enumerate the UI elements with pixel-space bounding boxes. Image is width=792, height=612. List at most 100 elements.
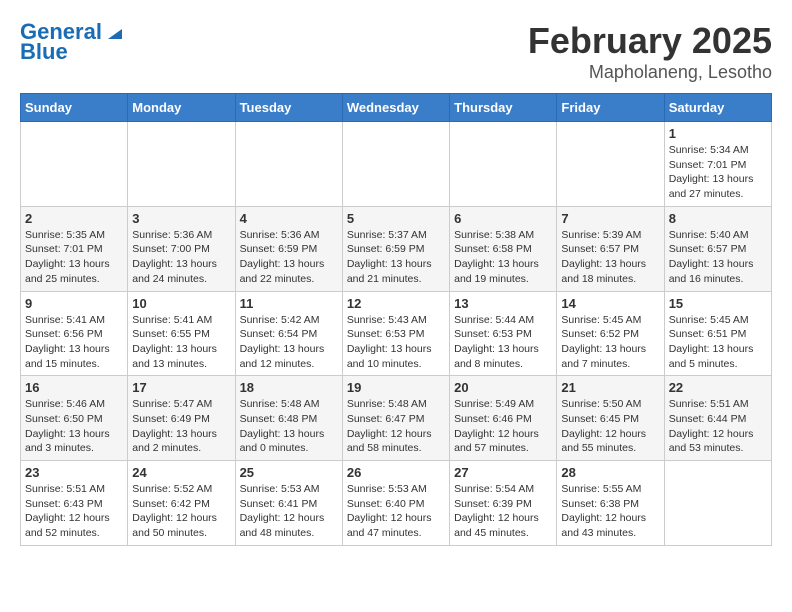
empty-cell xyxy=(664,461,771,546)
empty-cell xyxy=(128,122,235,207)
day-info: Sunrise: 5:40 AM Sunset: 6:57 PM Dayligh… xyxy=(669,228,767,287)
day-info: Sunrise: 5:45 AM Sunset: 6:51 PM Dayligh… xyxy=(669,313,767,372)
day-number: 9 xyxy=(25,296,123,311)
day-info: Sunrise: 5:34 AM Sunset: 7:01 PM Dayligh… xyxy=(669,143,767,202)
day-info: Sunrise: 5:43 AM Sunset: 6:53 PM Dayligh… xyxy=(347,313,445,372)
day-number: 26 xyxy=(347,465,445,480)
weekday-header-monday: Monday xyxy=(128,94,235,122)
page-header: General Blue February 2025 Mapholaneng, … xyxy=(20,20,772,83)
day-number: 28 xyxy=(561,465,659,480)
day-info: Sunrise: 5:46 AM Sunset: 6:50 PM Dayligh… xyxy=(25,397,123,456)
day-number: 14 xyxy=(561,296,659,311)
calendar-day-23: 23 Sunrise: 5:51 AM Sunset: 6:43 PM Dayli… xyxy=(21,461,128,546)
calendar-week-2: 2 Sunrise: 5:35 AM Sunset: 7:01 PM Daylig… xyxy=(21,206,772,291)
day-info: Sunrise: 5:37 AM Sunset: 6:59 PM Dayligh… xyxy=(347,228,445,287)
day-number: 16 xyxy=(25,380,123,395)
day-info: Sunrise: 5:42 AM Sunset: 6:54 PM Dayligh… xyxy=(240,313,338,372)
day-number: 25 xyxy=(240,465,338,480)
calendar-day-11: 11 Sunrise: 5:42 AM Sunset: 6:54 PM Dayli… xyxy=(235,291,342,376)
calendar-day-17: 17 Sunrise: 5:47 AM Sunset: 6:49 PM Dayli… xyxy=(128,376,235,461)
calendar-day-1: 1 Sunrise: 5:34 AM Sunset: 7:01 PM Daylig… xyxy=(664,122,771,207)
day-number: 10 xyxy=(132,296,230,311)
day-info: Sunrise: 5:35 AM Sunset: 7:01 PM Dayligh… xyxy=(25,228,123,287)
day-number: 18 xyxy=(240,380,338,395)
day-number: 11 xyxy=(240,296,338,311)
day-info: Sunrise: 5:51 AM Sunset: 6:43 PM Dayligh… xyxy=(25,482,123,541)
day-info: Sunrise: 5:41 AM Sunset: 6:55 PM Dayligh… xyxy=(132,313,230,372)
day-info: Sunrise: 5:38 AM Sunset: 6:58 PM Dayligh… xyxy=(454,228,552,287)
calendar-day-24: 24Sunrise: 5:52 AM Sunset: 6:42 PM Dayli… xyxy=(128,461,235,546)
day-number: 27 xyxy=(454,465,552,480)
day-info: Sunrise: 5:47 AM Sunset: 6:49 PM Dayligh… xyxy=(132,397,230,456)
day-info: Sunrise: 5:50 AM Sunset: 6:45 PM Dayligh… xyxy=(561,397,659,456)
day-number: 6 xyxy=(454,211,552,226)
day-number: 13 xyxy=(454,296,552,311)
title-block: February 2025 Mapholaneng, Lesotho xyxy=(528,20,772,83)
calendar-day-10: 10 Sunrise: 5:41 AM Sunset: 6:55 PM Dayli… xyxy=(128,291,235,376)
calendar-day-19: 19 Sunrise: 5:48 AM Sunset: 6:47 PM Dayli… xyxy=(342,376,449,461)
calendar-day-7: 7 Sunrise: 5:39 AM Sunset: 6:57 PM Daylig… xyxy=(557,206,664,291)
day-info: Sunrise: 5:36 AM Sunset: 7:00 PM Dayligh… xyxy=(132,228,230,287)
calendar-week-3: 9 Sunrise: 5:41 AM Sunset: 6:56 PM Daylig… xyxy=(21,291,772,376)
day-number: 20 xyxy=(454,380,552,395)
weekday-header-sunday: Sunday xyxy=(21,94,128,122)
day-info: Sunrise: 5:54 AM Sunset: 6:39 PM Dayligh… xyxy=(454,482,552,541)
day-info: Sunrise: 5:53 AM Sunset: 6:40 PM Dayligh… xyxy=(347,482,445,541)
calendar-day-28: 28Sunrise: 5:55 AM Sunset: 6:38 PM Dayli… xyxy=(557,461,664,546)
logo-blue-text: Blue xyxy=(20,40,68,64)
calendar-table: SundayMondayTuesdayWednesdayThursdayFrid… xyxy=(20,93,772,546)
empty-cell xyxy=(450,122,557,207)
day-info: Sunrise: 5:51 AM Sunset: 6:44 PM Dayligh… xyxy=(669,397,767,456)
calendar-day-5: 5 Sunrise: 5:37 AM Sunset: 6:59 PM Daylig… xyxy=(342,206,449,291)
day-number: 12 xyxy=(347,296,445,311)
logo: General Blue xyxy=(20,20,122,64)
empty-cell xyxy=(235,122,342,207)
month-title: February 2025 xyxy=(528,20,772,62)
day-number: 1 xyxy=(669,126,767,141)
calendar-day-13: 13 Sunrise: 5:44 AM Sunset: 6:53 PM Dayli… xyxy=(450,291,557,376)
empty-cell xyxy=(557,122,664,207)
day-info: Sunrise: 5:36 AM Sunset: 6:59 PM Dayligh… xyxy=(240,228,338,287)
day-number: 7 xyxy=(561,211,659,226)
calendar-week-5: 23 Sunrise: 5:51 AM Sunset: 6:43 PM Dayli… xyxy=(21,461,772,546)
calendar-day-15: 15 Sunrise: 5:45 AM Sunset: 6:51 PM Dayli… xyxy=(664,291,771,376)
calendar-week-4: 16 Sunrise: 5:46 AM Sunset: 6:50 PM Dayli… xyxy=(21,376,772,461)
day-number: 15 xyxy=(669,296,767,311)
calendar-day-18: 18Sunrise: 5:48 AM Sunset: 6:48 PM Dayli… xyxy=(235,376,342,461)
calendar-day-9: 9 Sunrise: 5:41 AM Sunset: 6:56 PM Daylig… xyxy=(21,291,128,376)
day-info: Sunrise: 5:39 AM Sunset: 6:57 PM Dayligh… xyxy=(561,228,659,287)
calendar-day-26: 26 Sunrise: 5:53 AM Sunset: 6:40 PM Dayli… xyxy=(342,461,449,546)
day-number: 21 xyxy=(561,380,659,395)
calendar-day-12: 12 Sunrise: 5:43 AM Sunset: 6:53 PM Dayli… xyxy=(342,291,449,376)
calendar-week-1: 1 Sunrise: 5:34 AM Sunset: 7:01 PM Daylig… xyxy=(21,122,772,207)
day-number: 23 xyxy=(25,465,123,480)
logo-icon xyxy=(104,21,122,39)
day-number: 4 xyxy=(240,211,338,226)
calendar-day-16: 16 Sunrise: 5:46 AM Sunset: 6:50 PM Dayli… xyxy=(21,376,128,461)
day-info: Sunrise: 5:41 AM Sunset: 6:56 PM Dayligh… xyxy=(25,313,123,372)
calendar-day-6: 6 Sunrise: 5:38 AM Sunset: 6:58 PM Daylig… xyxy=(450,206,557,291)
weekday-header-wednesday: Wednesday xyxy=(342,94,449,122)
calendar-day-3: 3 Sunrise: 5:36 AM Sunset: 7:00 PM Daylig… xyxy=(128,206,235,291)
weekday-header-row: SundayMondayTuesdayWednesdayThursdayFrid… xyxy=(21,94,772,122)
day-info: Sunrise: 5:48 AM Sunset: 6:47 PM Dayligh… xyxy=(347,397,445,456)
calendar-day-21: 21 Sunrise: 5:50 AM Sunset: 6:45 PM Dayli… xyxy=(557,376,664,461)
day-number: 5 xyxy=(347,211,445,226)
calendar-day-20: 20Sunrise: 5:49 AM Sunset: 6:46 PM Dayli… xyxy=(450,376,557,461)
day-number: 8 xyxy=(669,211,767,226)
empty-cell xyxy=(342,122,449,207)
calendar-day-4: 4 Sunrise: 5:36 AM Sunset: 6:59 PM Daylig… xyxy=(235,206,342,291)
calendar-day-14: 14Sunrise: 5:45 AM Sunset: 6:52 PM Dayli… xyxy=(557,291,664,376)
weekday-header-thursday: Thursday xyxy=(450,94,557,122)
empty-cell xyxy=(21,122,128,207)
day-info: Sunrise: 5:44 AM Sunset: 6:53 PM Dayligh… xyxy=(454,313,552,372)
weekday-header-friday: Friday xyxy=(557,94,664,122)
day-number: 2 xyxy=(25,211,123,226)
weekday-header-saturday: Saturday xyxy=(664,94,771,122)
day-number: 17 xyxy=(132,380,230,395)
day-number: 19 xyxy=(347,380,445,395)
calendar-day-8: 8 Sunrise: 5:40 AM Sunset: 6:57 PM Daylig… xyxy=(664,206,771,291)
calendar-day-27: 27 Sunrise: 5:54 AM Sunset: 6:39 PM Dayli… xyxy=(450,461,557,546)
day-number: 3 xyxy=(132,211,230,226)
day-number: 22 xyxy=(669,380,767,395)
